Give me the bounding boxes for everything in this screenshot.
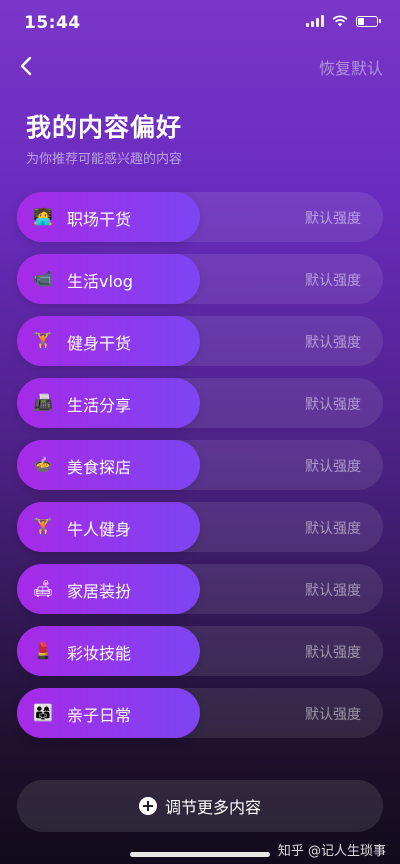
wifi-icon <box>332 15 348 27</box>
restore-default-button[interactable]: 恢复默认 <box>319 55 383 79</box>
page-title: 我的内容偏好 <box>26 113 183 142</box>
battery-icon <box>356 15 381 27</box>
strength-setting[interactable]: 默认强度 <box>305 518 361 538</box>
plus-circle-icon <box>138 797 157 815</box>
category-pill[interactable]: 🏋 健身干货 <box>17 316 200 366</box>
sofa-icon: 🛋 <box>33 579 54 598</box>
watermark: 知乎 @记人生琐事 <box>277 844 386 859</box>
fax-machine-icon: 📠 <box>33 393 53 412</box>
category-label: 生活分享 <box>67 396 132 415</box>
battery-level <box>358 17 364 25</box>
category-label: 职场干货 <box>67 210 132 229</box>
category-label: 牛人健身 <box>67 520 132 539</box>
category-label: 美食探店 <box>67 458 132 477</box>
category-pill[interactable]: 💄 彩妆技能 <box>17 626 200 676</box>
weightlifting-icon: 🏋 <box>33 331 53 350</box>
adjust-more-content-button[interactable]: 调节更多内容 <box>17 780 383 832</box>
category-label: 家居装扮 <box>67 582 132 601</box>
category-row: 📠 生活分享 默认强度 <box>17 378 383 428</box>
category-row: 💄 彩妆技能 默认强度 <box>17 626 383 676</box>
category-list: 🧑‍💻 职场干货 默认强度 📹 生活vlog 默认强度 🏋 健身干货 默认强度 📠 生活分享 默认强度… <box>17 192 383 750</box>
category-label: 彩妆技能 <box>67 644 132 663</box>
lipstick-icon: 💄 <box>33 641 53 660</box>
strength-setting[interactable]: 默认强度 <box>305 394 361 414</box>
office-worker-icon: 🧑‍💻 <box>33 207 53 226</box>
category-pill[interactable]: 👨‍👩‍👧 亲子日常 <box>17 688 200 738</box>
family-icon: 👨‍👩‍👧 <box>33 703 53 722</box>
status-time: 15:44 <box>24 13 81 33</box>
video-camera-icon: 📹 <box>33 269 53 288</box>
food-bowl-icon: 🍲 <box>33 455 53 474</box>
strength-setting[interactable]: 默认强度 <box>305 332 361 352</box>
status-icons <box>306 15 381 27</box>
status-bar: 15:44 <box>0 0 400 44</box>
category-pill[interactable]: 🛋 家居装扮 <box>17 564 200 614</box>
weightlifter-icon: 🏋 <box>33 517 53 536</box>
category-pill[interactable]: 📠 生活分享 <box>17 378 200 428</box>
category-row: 🧑‍💻 职场干货 默认强度 <box>17 192 383 242</box>
category-label: 健身干货 <box>67 334 132 353</box>
category-row: 🏋 牛人健身 默认强度 <box>17 502 383 552</box>
category-row: 🍲 美食探店 默认强度 <box>17 440 383 490</box>
strength-setting[interactable]: 默认强度 <box>305 456 361 476</box>
category-label: 亲子日常 <box>67 706 132 725</box>
strength-setting[interactable]: 默认强度 <box>305 208 361 228</box>
strength-setting[interactable]: 默认强度 <box>305 580 361 600</box>
category-row: 🛋 家居装扮 默认强度 <box>17 564 383 614</box>
strength-setting[interactable]: 默认强度 <box>305 704 361 724</box>
category-row: 📹 生活vlog 默认强度 <box>17 254 383 304</box>
category-pill[interactable]: 🧑‍💻 职场干货 <box>17 192 200 242</box>
category-row: 🏋 健身干货 默认强度 <box>17 316 383 366</box>
home-indicator <box>130 852 270 857</box>
strength-setting[interactable]: 默认强度 <box>305 642 361 662</box>
category-pill[interactable]: 🏋 牛人健身 <box>17 502 200 552</box>
category-label: 生活vlog <box>67 272 133 291</box>
category-pill[interactable]: 📹 生活vlog <box>17 254 200 304</box>
nav-bar: 恢复默认 <box>0 52 400 82</box>
adjust-more-content-label: 调节更多内容 <box>164 798 261 817</box>
category-row: 👨‍👩‍👧 亲子日常 默认强度 <box>17 688 383 738</box>
page-subtitle: 为你推荐可能感兴趣的内容 <box>26 152 183 167</box>
strength-setting[interactable]: 默认强度 <box>305 270 361 290</box>
back-arrow-icon[interactable] <box>16 52 40 80</box>
category-pill[interactable]: 🍲 美食探店 <box>17 440 200 490</box>
cellular-signal-icon <box>306 15 324 27</box>
